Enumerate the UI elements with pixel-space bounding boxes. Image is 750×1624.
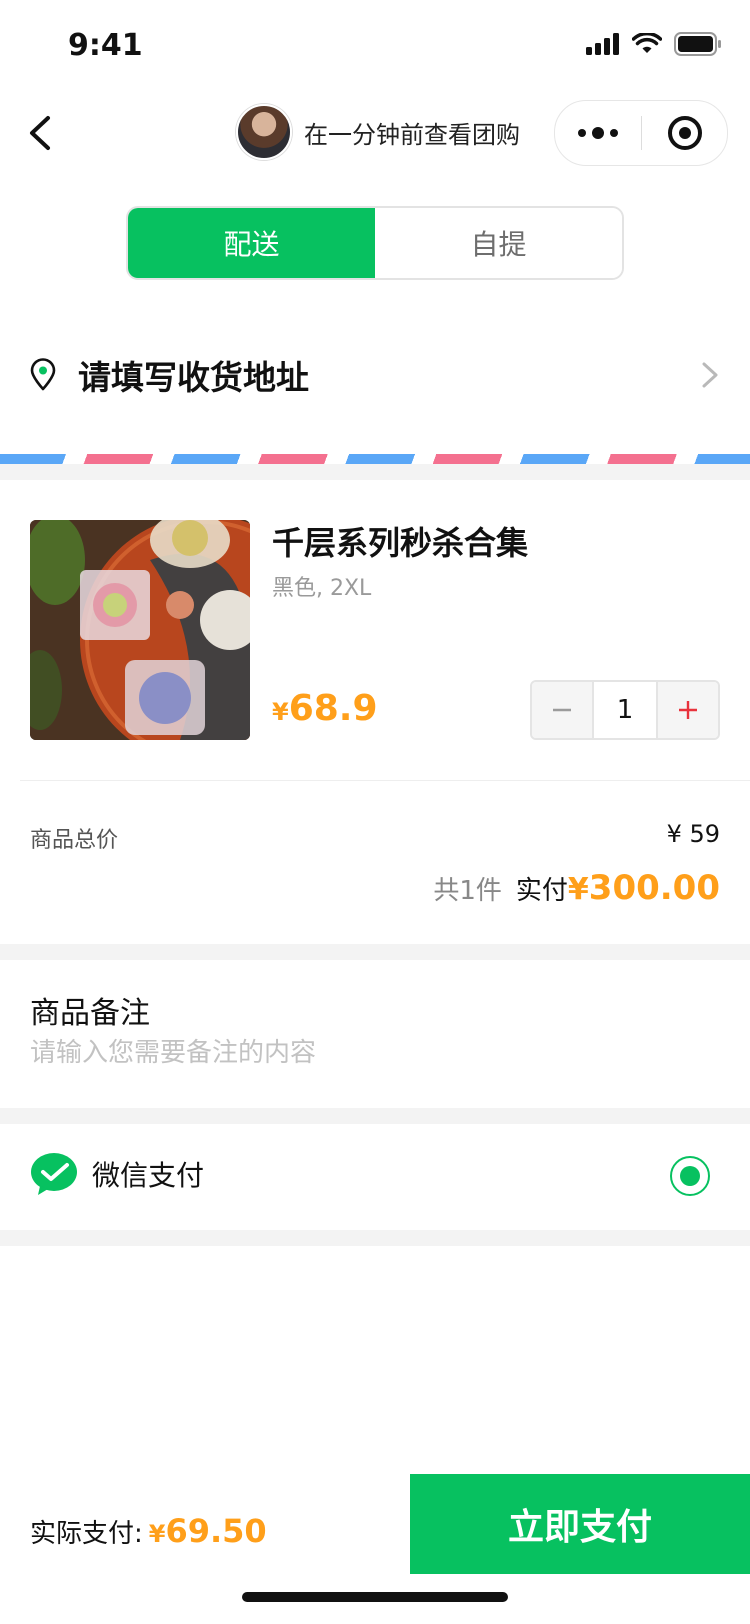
- total-label: 商品总价: [30, 828, 119, 853]
- minus-icon: [553, 708, 571, 712]
- status-time: 9:41: [68, 28, 143, 63]
- avatar: [236, 104, 292, 160]
- paid-amount: ¥300.00: [568, 868, 720, 908]
- paid-symbol: ¥: [567, 872, 589, 907]
- section-gap: [0, 1230, 750, 1246]
- product-photo: [30, 520, 250, 740]
- product-price: ¥68.9: [272, 688, 378, 729]
- delivery-tabs: 配送 自提: [126, 206, 624, 280]
- divider: [20, 780, 750, 781]
- more-dots-icon[interactable]: [555, 127, 641, 139]
- bottom-label: 实际支付:: [30, 1519, 143, 1549]
- bottom-value: 69.50: [165, 1512, 267, 1550]
- price-value: 68.9: [288, 688, 378, 729]
- tab-delivery[interactable]: 配送: [128, 208, 375, 278]
- miniprogram-capsule: [554, 100, 728, 166]
- wifi-icon: [632, 33, 662, 53]
- increase-button[interactable]: [658, 682, 718, 738]
- product-sku: 黑色, 2XL: [272, 576, 372, 601]
- chevron-right-icon[interactable]: [698, 358, 722, 392]
- back-arrow-icon[interactable]: [24, 108, 64, 158]
- quantity-value[interactable]: 1: [592, 682, 658, 738]
- airmail-border: [0, 454, 750, 464]
- section-gap: [0, 464, 750, 480]
- note-title: 商品备注: [30, 996, 150, 1031]
- tab-pickup[interactable]: 自提: [375, 208, 622, 278]
- nav-title: 在一分钟前查看团购: [304, 120, 520, 149]
- section-gap: [0, 1108, 750, 1124]
- paid-value: 300.00: [588, 868, 720, 908]
- note-input[interactable]: [30, 1038, 720, 1068]
- paid-line: 共1件 实付 ¥300.00: [433, 868, 720, 908]
- bottom-symbol: ¥: [148, 1520, 166, 1548]
- battery-icon: [674, 32, 721, 56]
- item-count: 共1件: [433, 876, 502, 906]
- close-capsule-button[interactable]: [642, 116, 727, 150]
- payment-method-row[interactable]: 微信支付: [30, 1152, 204, 1196]
- bottom-pay-summary: 实际支付: ¥69.50: [30, 1512, 267, 1550]
- location-pin-icon: [30, 358, 56, 391]
- bottom-amount: ¥69.50: [149, 1512, 267, 1550]
- address-placeholder: 请填写收货地址: [78, 358, 309, 397]
- section-gap: [0, 944, 750, 960]
- price-symbol: ¥: [272, 698, 289, 726]
- pay-now-button[interactable]: 立即支付: [410, 1474, 750, 1574]
- wechat-icon: [31, 1153, 77, 1195]
- product-image[interactable]: [30, 520, 250, 740]
- address-row[interactable]: 请填写收货地址: [28, 346, 722, 404]
- decrease-button[interactable]: [532, 682, 592, 738]
- nav-center: 在一分钟前查看团购: [236, 104, 520, 160]
- payment-radio[interactable]: [670, 1156, 710, 1196]
- status-icons: [586, 32, 722, 56]
- target-icon: [667, 116, 702, 150]
- payment-method-label: 微信支付: [92, 1159, 205, 1192]
- total-value: ¥ 59: [666, 820, 720, 848]
- signal-icon: [586, 33, 619, 55]
- quantity-stepper: 1: [530, 680, 720, 740]
- home-indicator: [242, 1592, 508, 1602]
- paid-label: 实付: [515, 876, 568, 906]
- product-title: 千层系列秒杀合集: [272, 524, 529, 562]
- plus-icon: [679, 701, 697, 719]
